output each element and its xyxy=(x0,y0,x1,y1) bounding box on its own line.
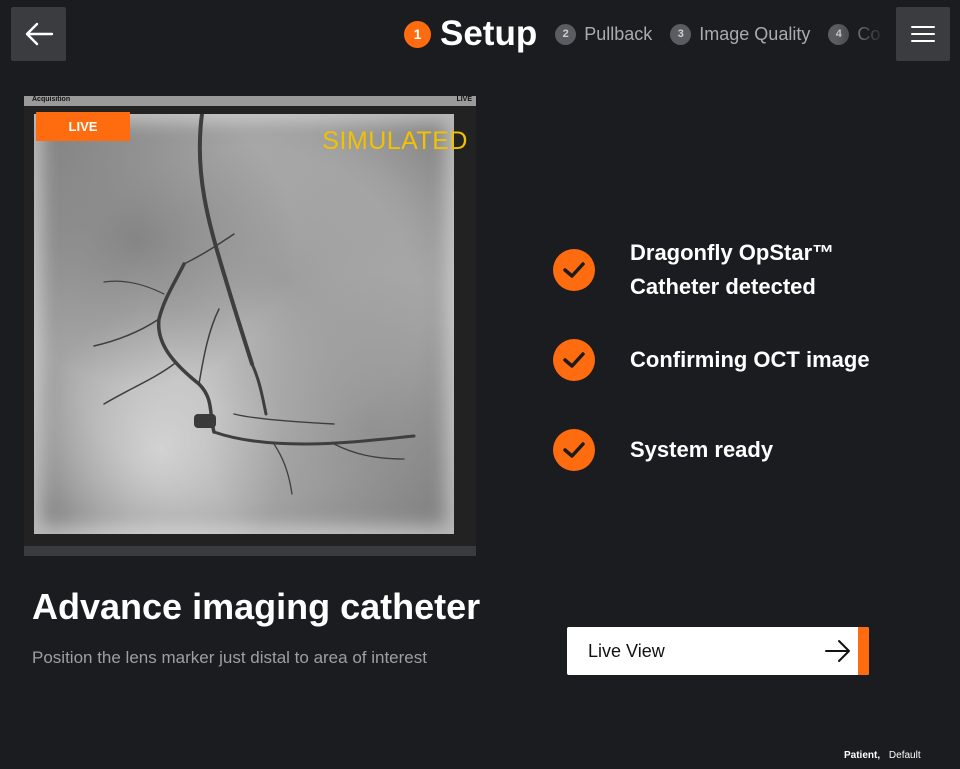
button-accent-bar xyxy=(858,627,869,675)
angio-bottom-bar xyxy=(24,546,476,556)
step-setup: 1 Setup xyxy=(404,14,537,54)
checklist-item-system: System ready xyxy=(553,429,773,471)
angiography-view: Acquisition LIVE LIVE SIMULATED xyxy=(24,96,476,556)
simulated-watermark: SIMULATED xyxy=(322,127,468,155)
checklist-item-oct: Confirming OCT image xyxy=(553,339,870,381)
checklist-text: Dragonfly OpStar™ Catheter detected xyxy=(630,236,834,304)
page-subtitle: Position the lens marker just distal to … xyxy=(32,648,427,667)
checkmark-icon xyxy=(563,352,585,368)
step-number: 3 xyxy=(670,23,692,45)
checkmark-icon xyxy=(563,442,585,458)
live-view-button[interactable]: Live View xyxy=(567,627,869,675)
checklist-line: Dragonfly OpStar™ xyxy=(630,240,835,265)
patient-label: Patient, xyxy=(844,750,881,761)
step-label: Image Quality xyxy=(699,23,811,44)
step-image-quality: 3 Image Quality xyxy=(670,23,811,45)
vessel-illustration xyxy=(93,112,416,495)
back-button[interactable] xyxy=(11,7,66,61)
angiogram-image xyxy=(34,112,454,534)
angio-info-strip: Acquisition LIVE xyxy=(24,96,476,106)
step-number: 2 xyxy=(555,23,577,45)
check-status xyxy=(553,429,595,471)
page-title: Advance imaging catheter xyxy=(32,586,481,627)
live-badge: LIVE xyxy=(36,112,130,141)
arrow-right-icon xyxy=(825,640,850,662)
arrow-left-icon xyxy=(25,22,53,46)
checklist-line: System ready xyxy=(630,437,774,462)
step-pullback: 2 Pullback xyxy=(555,23,653,45)
checklist-text: Confirming OCT image xyxy=(630,343,870,377)
step-label: Pullback xyxy=(584,23,653,44)
step-progress: 1 Setup 2 Pullback 3 Image Quality 4 Co xyxy=(404,14,890,54)
steps-fade-overlay xyxy=(836,14,896,54)
step-number: 1 xyxy=(404,20,431,48)
checklist-line: Confirming OCT image xyxy=(630,347,870,372)
check-status xyxy=(553,249,595,291)
angio-image-frame: LIVE SIMULATED xyxy=(24,106,476,546)
checklist-line: Catheter detected xyxy=(630,274,816,299)
setup-screen: 1 Setup 2 Pullback 3 Image Quality 4 Co … xyxy=(0,0,960,769)
checklist-text: System ready xyxy=(630,433,773,467)
patient-footer: Patient, Default xyxy=(844,750,921,761)
step-label: Setup xyxy=(440,14,538,53)
acquisition-label: Acquisition xyxy=(32,96,71,103)
check-status xyxy=(553,339,595,381)
hamburger-menu-icon xyxy=(911,26,935,42)
patient-value: Default xyxy=(888,750,921,761)
live-small-label: LIVE xyxy=(456,96,472,103)
checkmark-icon xyxy=(563,262,585,278)
live-view-label: Live View xyxy=(588,640,665,661)
menu-button[interactable] xyxy=(896,7,950,61)
checklist-item-catheter: Dragonfly OpStar™ Catheter detected xyxy=(553,236,834,304)
